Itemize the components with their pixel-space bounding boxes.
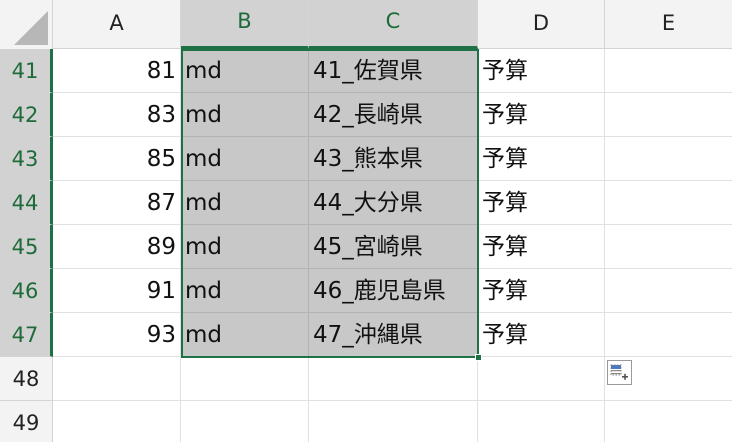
- select-all-corner[interactable]: [0, 0, 53, 49]
- cell-b45[interactable]: md: [181, 225, 309, 269]
- cell-e45[interactable]: [605, 225, 732, 269]
- column-header-e[interactable]: E: [605, 0, 732, 49]
- cell-c46[interactable]: 46_鹿児島県: [309, 269, 478, 313]
- cell-a44[interactable]: 87: [53, 181, 181, 225]
- cell-e41[interactable]: [605, 49, 732, 93]
- quick-analysis-icon: [610, 364, 628, 380]
- cell-b41[interactable]: md: [181, 49, 309, 93]
- cell-b46[interactable]: md: [181, 269, 309, 313]
- cell-c41[interactable]: 41_佐賀県: [309, 49, 478, 93]
- cell-e46[interactable]: [605, 269, 732, 313]
- cell-c44[interactable]: 44_大分県: [309, 181, 478, 225]
- row-header-48[interactable]: 48: [0, 357, 53, 401]
- cell-e42[interactable]: [605, 93, 732, 137]
- row-header-45[interactable]: 45: [0, 225, 53, 269]
- cell-d46[interactable]: 予算: [478, 269, 605, 313]
- fill-handle[interactable]: [475, 354, 482, 361]
- select-all-triangle-icon: [14, 11, 48, 45]
- cell-d48[interactable]: [478, 357, 605, 401]
- row-header-41[interactable]: 41: [0, 49, 53, 93]
- cell-d44[interactable]: 予算: [478, 181, 605, 225]
- row-header-42[interactable]: 42: [0, 93, 53, 137]
- cell-d42[interactable]: 予算: [478, 93, 605, 137]
- row-header-43[interactable]: 43: [0, 137, 53, 181]
- cell-d45[interactable]: 予算: [478, 225, 605, 269]
- column-header-a[interactable]: A: [53, 0, 181, 49]
- cell-a46[interactable]: 91: [53, 269, 181, 313]
- row-header-46[interactable]: 46: [0, 269, 53, 313]
- cell-b48[interactable]: [181, 357, 309, 401]
- cell-d41[interactable]: 予算: [478, 49, 605, 93]
- column-header-b[interactable]: B: [181, 0, 309, 49]
- cell-b43[interactable]: md: [181, 137, 309, 181]
- cell-b47[interactable]: md: [181, 313, 309, 357]
- cell-e49[interactable]: [605, 401, 732, 442]
- row-header-47[interactable]: 47: [0, 313, 53, 357]
- cell-c49[interactable]: [309, 401, 478, 442]
- cell-a43[interactable]: 85: [53, 137, 181, 181]
- cell-c47[interactable]: 47_沖縄県: [309, 313, 478, 357]
- column-header-c[interactable]: C: [309, 0, 478, 49]
- quick-analysis-button[interactable]: [607, 360, 632, 385]
- cell-a47[interactable]: 93: [53, 313, 181, 357]
- cell-a42[interactable]: 83: [53, 93, 181, 137]
- row-header-44[interactable]: 44: [0, 181, 53, 225]
- cell-b44[interactable]: md: [181, 181, 309, 225]
- cell-d43[interactable]: 予算: [478, 137, 605, 181]
- cell-e44[interactable]: [605, 181, 732, 225]
- spreadsheet-grid[interactable]: A B C D E 41 42 43 44 45 46 47 48 49 81 …: [0, 0, 732, 442]
- cell-c48[interactable]: [309, 357, 478, 401]
- cell-a41[interactable]: 81: [53, 49, 181, 93]
- cell-d47[interactable]: 予算: [478, 313, 605, 357]
- cell-a45[interactable]: 89: [53, 225, 181, 269]
- cell-c45[interactable]: 45_宮崎県: [309, 225, 478, 269]
- column-header-d[interactable]: D: [478, 0, 605, 49]
- row-header-49[interactable]: 49: [0, 401, 53, 442]
- cell-a49[interactable]: [53, 401, 181, 442]
- cell-b49[interactable]: [181, 401, 309, 442]
- cell-b42[interactable]: md: [181, 93, 309, 137]
- cell-d49[interactable]: [478, 401, 605, 442]
- cell-e43[interactable]: [605, 137, 732, 181]
- cell-c42[interactable]: 42_長崎県: [309, 93, 478, 137]
- cell-e47[interactable]: [605, 313, 732, 357]
- cell-a48[interactable]: [53, 357, 181, 401]
- cell-c43[interactable]: 43_熊本県: [309, 137, 478, 181]
